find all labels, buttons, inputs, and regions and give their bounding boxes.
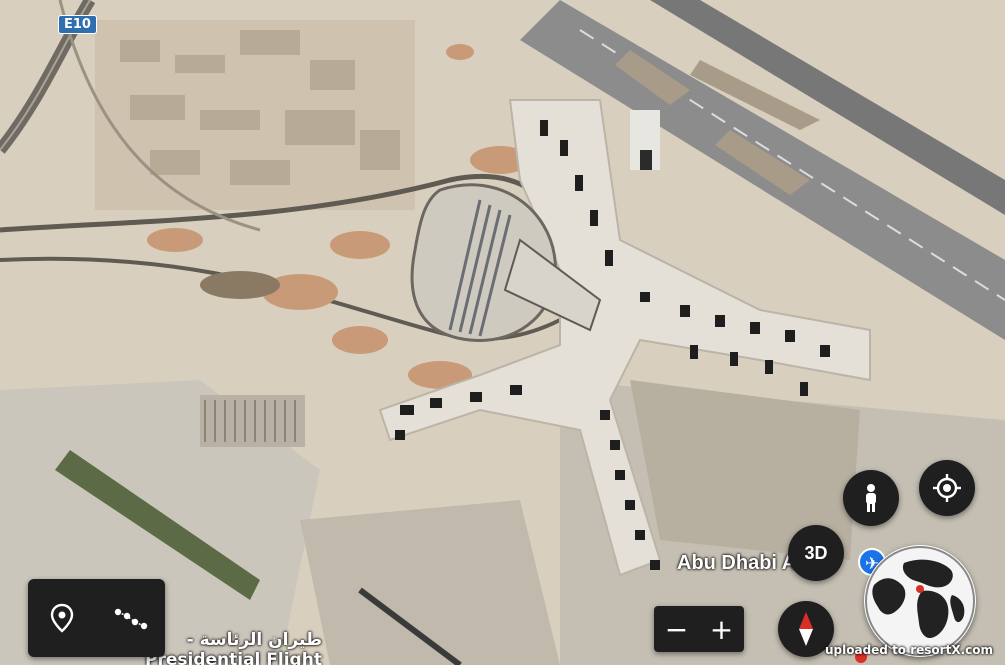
globe-icon xyxy=(865,546,975,656)
place-pin-button[interactable] xyxy=(40,596,84,640)
poi-label-presidential-flight[interactable]: - طيران الرئاسة Presidential Flight xyxy=(145,630,322,665)
place-label-airport[interactable]: Abu Dhabi A xyxy=(677,552,796,575)
road-shield-e10: E10 xyxy=(58,15,97,34)
place-pin-icon xyxy=(51,603,74,633)
pegman-icon xyxy=(866,484,876,512)
zoom-out-button[interactable]: − xyxy=(654,606,699,652)
route-icon xyxy=(114,608,147,630)
zoom-controls: − + xyxy=(654,606,744,652)
3d-toggle-button[interactable]: 3D xyxy=(788,525,844,581)
pegman-button[interactable] xyxy=(843,470,899,526)
watermark: uploaded to resortX.com xyxy=(824,643,993,657)
left-controls xyxy=(28,579,165,657)
route-button[interactable] xyxy=(109,596,153,640)
satellite-imagery xyxy=(0,0,1005,665)
satellite-map[interactable]: E10 Abu Dhabi A ✈ - طيران الرئاسة Presid… xyxy=(0,0,1005,665)
poi-label-arabic: - طيران الرئاسة xyxy=(186,630,322,650)
globe-button[interactable] xyxy=(864,545,976,657)
my-location-button[interactable] xyxy=(919,460,975,516)
my-location-icon xyxy=(933,474,961,502)
poi-label-english: Presidential Flight xyxy=(145,650,322,665)
compass-icon xyxy=(799,612,813,646)
zoom-in-button[interactable]: + xyxy=(699,606,744,652)
